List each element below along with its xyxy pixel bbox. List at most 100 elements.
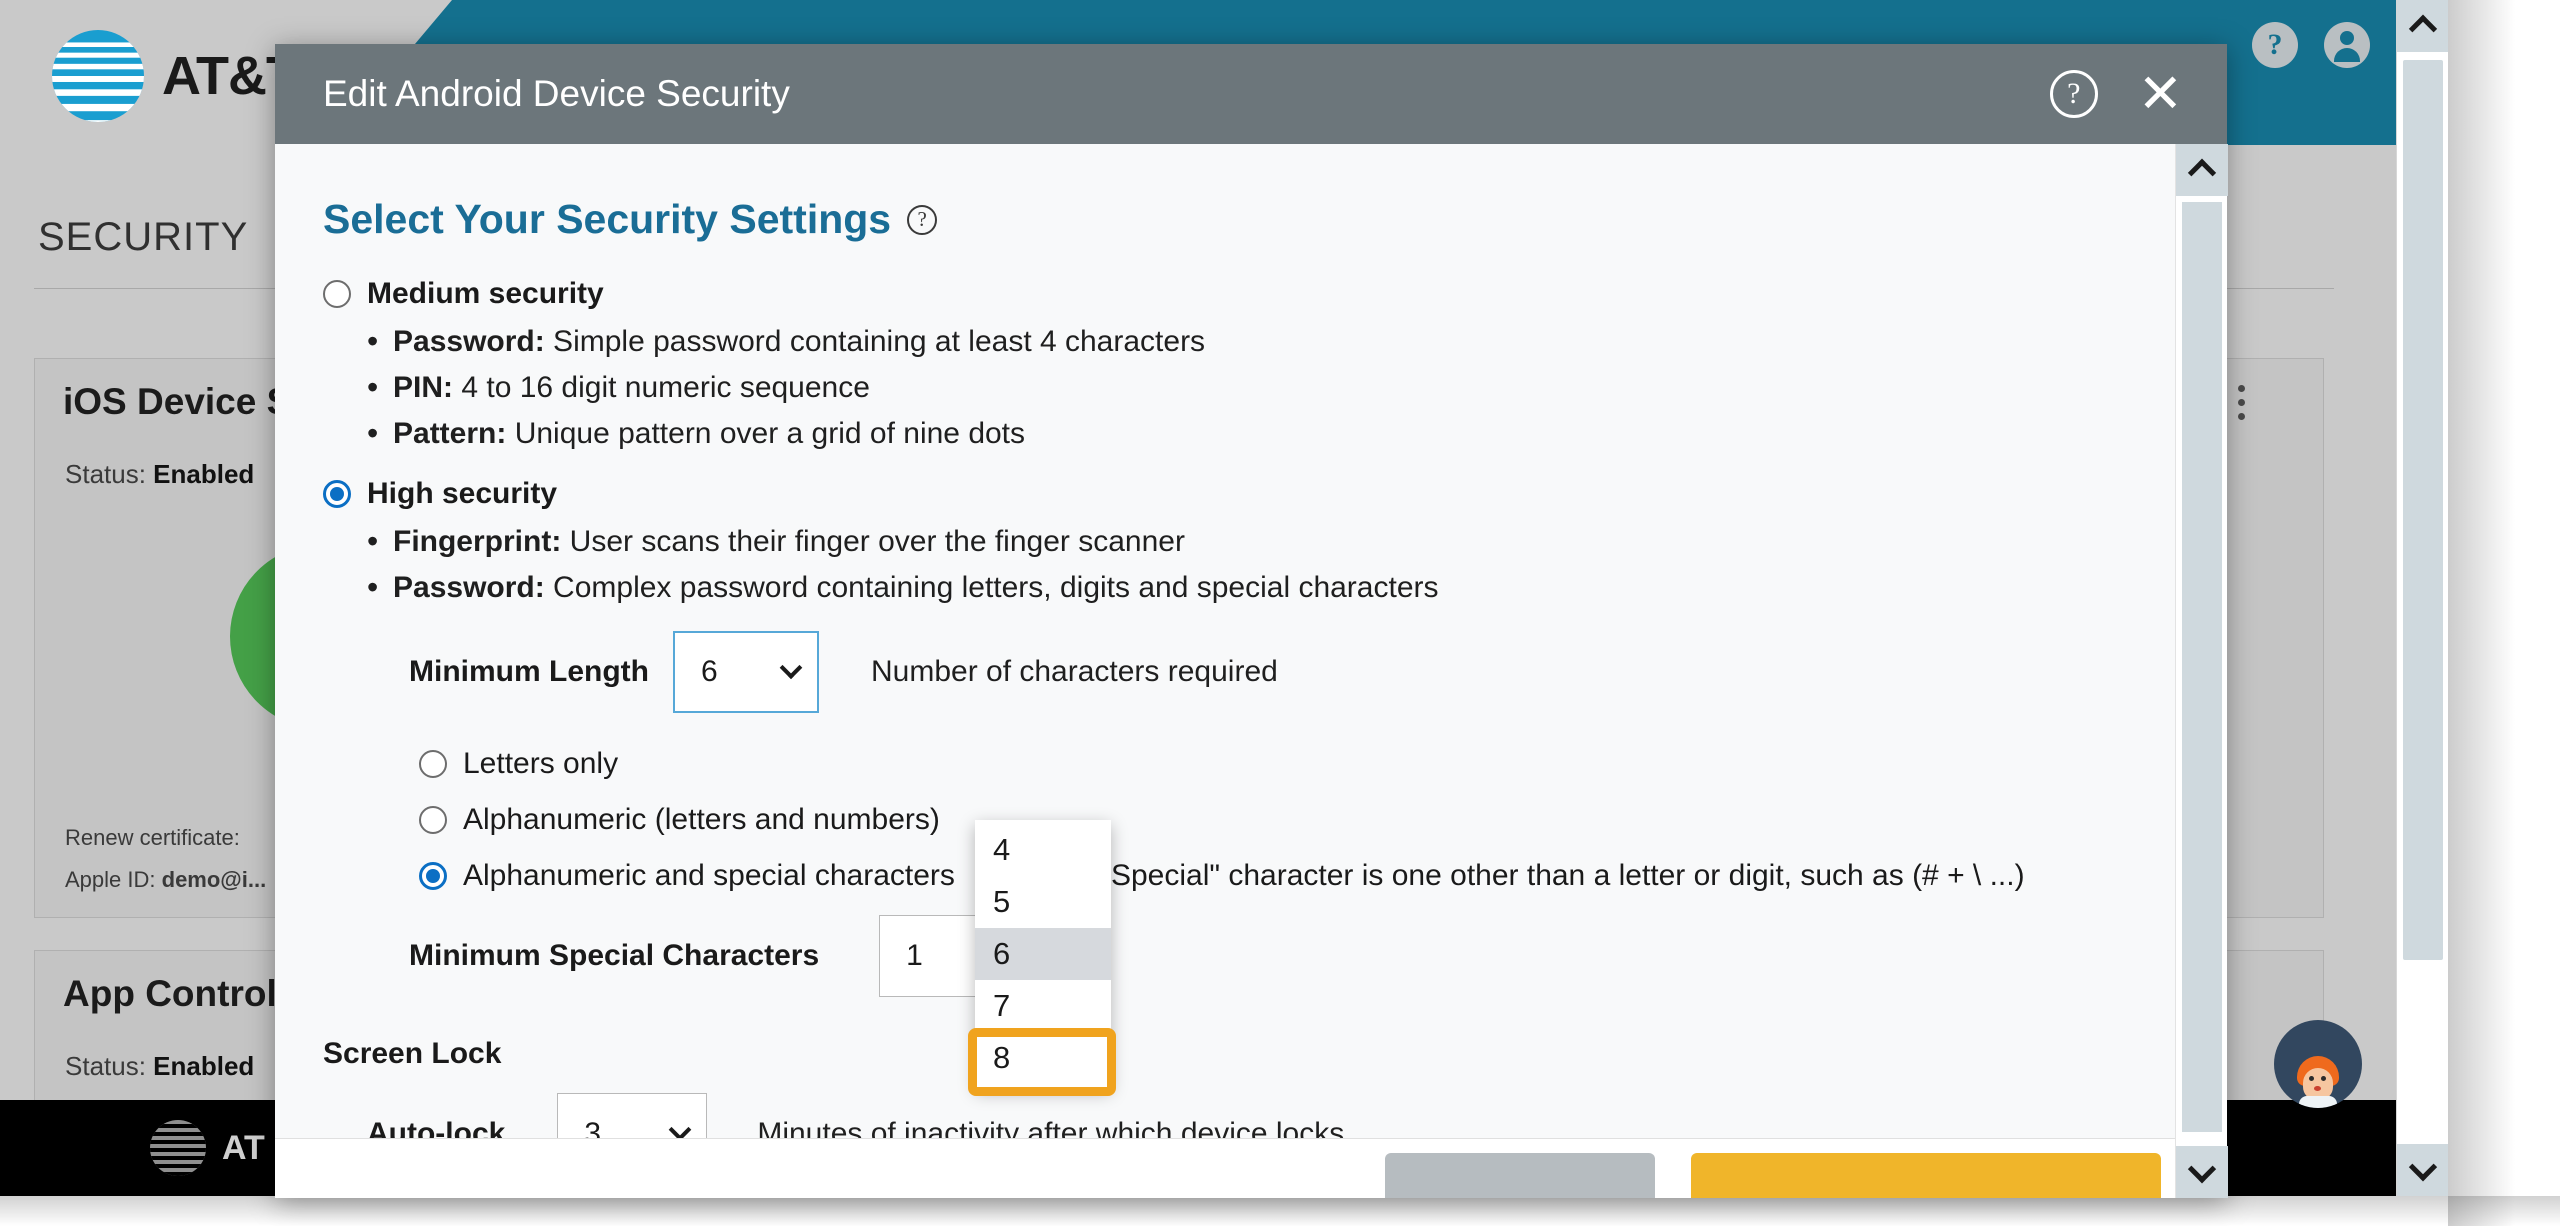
label-minimum-length: Minimum Length bbox=[409, 655, 649, 688]
section-heading: Select Your Security Settings ? bbox=[323, 196, 2175, 243]
bullet-text: Complex password containing letters, dig… bbox=[544, 571, 1439, 604]
list-item: PIN: 4 to 16 digit numeric sequence bbox=[367, 369, 2175, 406]
status-value: Enabled bbox=[153, 1051, 255, 1081]
ios-apple-id: Apple ID: demo@i... bbox=[65, 867, 266, 893]
scrollbar-thumb[interactable] bbox=[2403, 60, 2443, 960]
avatar-eye-right bbox=[2321, 1076, 2326, 1081]
bullet-text: Simple password containing at least 4 ch… bbox=[544, 325, 1206, 358]
card-status-ios: Status: Enabled bbox=[65, 459, 254, 490]
att-logo[interactable]: AT&T bbox=[52, 30, 299, 122]
apple-id-value: demo@i... bbox=[161, 867, 267, 892]
radio-input-alphanumeric-special[interactable] bbox=[419, 862, 447, 890]
radio-option-medium-security[interactable]: Medium security bbox=[323, 277, 2175, 311]
field-minimum-special-characters: Minimum Special Characters 1 bbox=[409, 915, 2175, 997]
desc-minimum-length: Number of characters required bbox=[870, 655, 1278, 688]
page-scrollbar[interactable] bbox=[2396, 0, 2448, 1196]
avatar-eye-left bbox=[2309, 1076, 2314, 1081]
card-title-app-control: App Control bbox=[63, 973, 277, 1014]
status-value: Enabled bbox=[153, 459, 255, 489]
dialog-title: Edit Android Device Security bbox=[323, 73, 790, 114]
list-item: Password: Complex password containing le… bbox=[367, 569, 2175, 606]
page-bottom-shadow bbox=[0, 1196, 2560, 1226]
screenshot-root: AT&T ? SECURITY iOS Device Security Stat… bbox=[0, 0, 2560, 1226]
bullet-term: PIN: bbox=[393, 371, 453, 404]
scroll-down-arrow-icon[interactable] bbox=[2397, 1144, 2448, 1196]
avatar-face-icon bbox=[2295, 1056, 2341, 1108]
dialog-titlebar: Edit Android Device Security ? ✕ bbox=[275, 44, 2227, 144]
list-item: Pattern: Unique pattern over a grid of n… bbox=[367, 415, 2175, 452]
select-minimum-length-value: 6 bbox=[700, 655, 718, 688]
radio-label-alphanumeric: Alphanumeric (letters and numbers) bbox=[463, 803, 940, 836]
radio-input-alphanumeric[interactable] bbox=[419, 806, 447, 834]
att-wordmark-footer: AT bbox=[222, 1128, 265, 1167]
status-label: Status: bbox=[65, 459, 146, 489]
cancel-button[interactable] bbox=[1385, 1153, 1655, 1198]
close-icon[interactable]: ✕ bbox=[2138, 67, 2183, 121]
att-globe-icon bbox=[52, 30, 144, 122]
dropdown-option-5[interactable]: 5 bbox=[975, 876, 1111, 928]
radio-option-alphanumeric-special[interactable]: Alphanumeric and special characters acte… bbox=[419, 859, 2175, 893]
scroll-up-arrow-icon[interactable] bbox=[2397, 0, 2448, 52]
radio-label-medium-security: Medium security bbox=[367, 277, 604, 310]
select-minimum-length[interactable]: 6 bbox=[672, 631, 819, 713]
radio-option-high-security[interactable]: High security bbox=[323, 477, 2175, 511]
att-globe-icon-footer bbox=[150, 1120, 206, 1176]
scroll-up-arrow-icon[interactable] bbox=[2176, 144, 2228, 196]
dropdown-minimum-length-options[interactable]: 4 5 6 7 8 bbox=[968, 820, 1116, 1096]
radio-label-high-security: High security bbox=[367, 477, 558, 510]
dialog-body: Select Your Security Settings ? Medium s… bbox=[275, 144, 2175, 1198]
ios-renew-certificate: Renew certificate: bbox=[65, 825, 240, 850]
field-minimum-length: Minimum Length 6 Number of characters re… bbox=[409, 631, 2175, 713]
dropdown-option-8[interactable]: 8 bbox=[975, 1032, 1111, 1084]
bullet-term: Fingerprint: bbox=[393, 525, 562, 558]
page-edge-shadow bbox=[2448, 0, 2560, 1226]
select-minimum-special-value: 1 bbox=[906, 939, 923, 972]
scrollbar-thumb[interactable] bbox=[2182, 202, 2222, 1132]
dropdown-option-7[interactable]: 7 bbox=[975, 980, 1111, 1032]
dropdown-option-4[interactable]: 4 bbox=[975, 824, 1111, 876]
account-icon[interactable] bbox=[2324, 22, 2370, 68]
page-title: SECURITY bbox=[38, 215, 249, 259]
bullet-text: User scans their finger over the finger … bbox=[561, 525, 1185, 558]
dropdown-option-6[interactable]: 6 bbox=[975, 928, 1111, 980]
radio-option-alphanumeric[interactable]: Alphanumeric (letters and numbers) bbox=[419, 803, 2175, 837]
special-character-note: acters. A "Special" character is one oth… bbox=[976, 859, 2025, 892]
medium-security-bullets: Password: Simple password containing at … bbox=[367, 323, 2175, 452]
bullet-text: Unique pattern over a grid of nine dots bbox=[506, 417, 1026, 450]
radio-label-alphanumeric-special: Alphanumeric and special characters bbox=[463, 859, 955, 892]
apple-id-label: Apple ID: bbox=[65, 867, 156, 892]
header-icon-group: ? bbox=[2252, 22, 2370, 68]
label-minimum-special-characters: Minimum Special Characters bbox=[409, 939, 820, 972]
radio-input-high-security[interactable] bbox=[323, 480, 351, 508]
radio-input-letters-only[interactable] bbox=[419, 750, 447, 778]
bullet-term: Password: bbox=[393, 571, 545, 604]
scroll-down-arrow-icon[interactable] bbox=[2176, 1146, 2228, 1198]
avatar-shirt bbox=[2299, 1096, 2337, 1108]
dialog-body-wrap: Select Your Security Settings ? Medium s… bbox=[275, 144, 2228, 1198]
section-title-screen-lock: Screen Lock bbox=[323, 1037, 502, 1070]
card-status-app-control: Status: Enabled bbox=[65, 1051, 254, 1082]
list-item: Password: Simple password containing at … bbox=[367, 323, 2175, 360]
list-item: Fingerprint: User scans their finger ove… bbox=[367, 523, 2175, 560]
help-icon[interactable]: ? bbox=[2049, 70, 2098, 118]
radio-option-letters-only[interactable]: Letters only bbox=[419, 747, 2175, 781]
bullet-text: 4 to 16 digit numeric sequence bbox=[453, 371, 870, 404]
radio-label-letters-only: Letters only bbox=[463, 747, 619, 780]
bullet-term: Password: bbox=[393, 325, 545, 358]
dialog-scrollbar[interactable] bbox=[2175, 144, 2228, 1198]
radio-input-medium-security[interactable] bbox=[323, 280, 351, 308]
chevron-down-icon bbox=[779, 656, 803, 680]
chat-agent-avatar[interactable] bbox=[2274, 1020, 2362, 1108]
help-icon[interactable]: ? bbox=[2252, 22, 2298, 68]
save-button[interactable] bbox=[1691, 1153, 2161, 1198]
dialog-footer bbox=[275, 1138, 2175, 1198]
status-label: Status: bbox=[65, 1051, 146, 1081]
complexity-radio-group: Letters only Alphanumeric (letters and n… bbox=[419, 747, 2175, 893]
edit-android-device-security-dialog: Edit Android Device Security ? ✕ Select … bbox=[275, 44, 2228, 1198]
section-heading-text: Select Your Security Settings bbox=[323, 196, 892, 242]
kebab-menu-icon[interactable] bbox=[2238, 385, 2245, 420]
high-security-bullets: Fingerprint: User scans their finger ove… bbox=[367, 523, 2175, 606]
bullet-term: Pattern: bbox=[393, 417, 507, 450]
avatar-mouth bbox=[2314, 1086, 2321, 1091]
help-icon[interactable]: ? bbox=[907, 204, 938, 235]
